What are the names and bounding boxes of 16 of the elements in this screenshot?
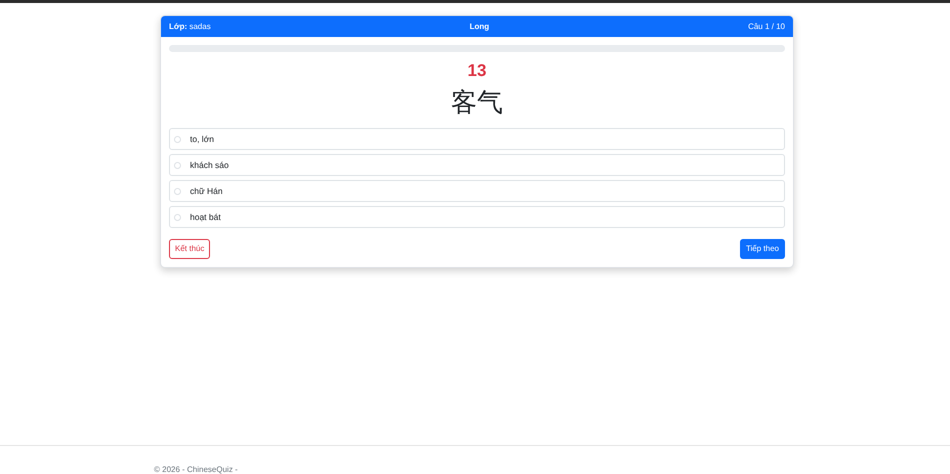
question-number: 13 [468,60,486,82]
question-counter: Câu 1 / 10 [748,20,785,32]
class-label: Lớp: sadas [169,20,211,32]
chinese-word: 客气 [451,87,503,120]
footer-text: © 2026 - ChineseQuiz - [154,465,238,474]
answer-option[interactable]: chữ Hán [169,180,785,202]
student-name: Long [470,20,490,32]
radio-button[interactable] [174,214,181,220]
answer-option[interactable]: khách sáo [169,154,785,176]
finish-button[interactable]: Kết thúc [169,239,210,259]
radio-button[interactable] [174,162,181,168]
answer-option[interactable]: hoạt bát [169,206,785,228]
next-button[interactable]: Tiếp theo [740,239,785,259]
radio-button[interactable] [174,136,181,142]
radio-button[interactable] [174,188,181,194]
answer-option[interactable]: to, lớn [169,128,785,150]
